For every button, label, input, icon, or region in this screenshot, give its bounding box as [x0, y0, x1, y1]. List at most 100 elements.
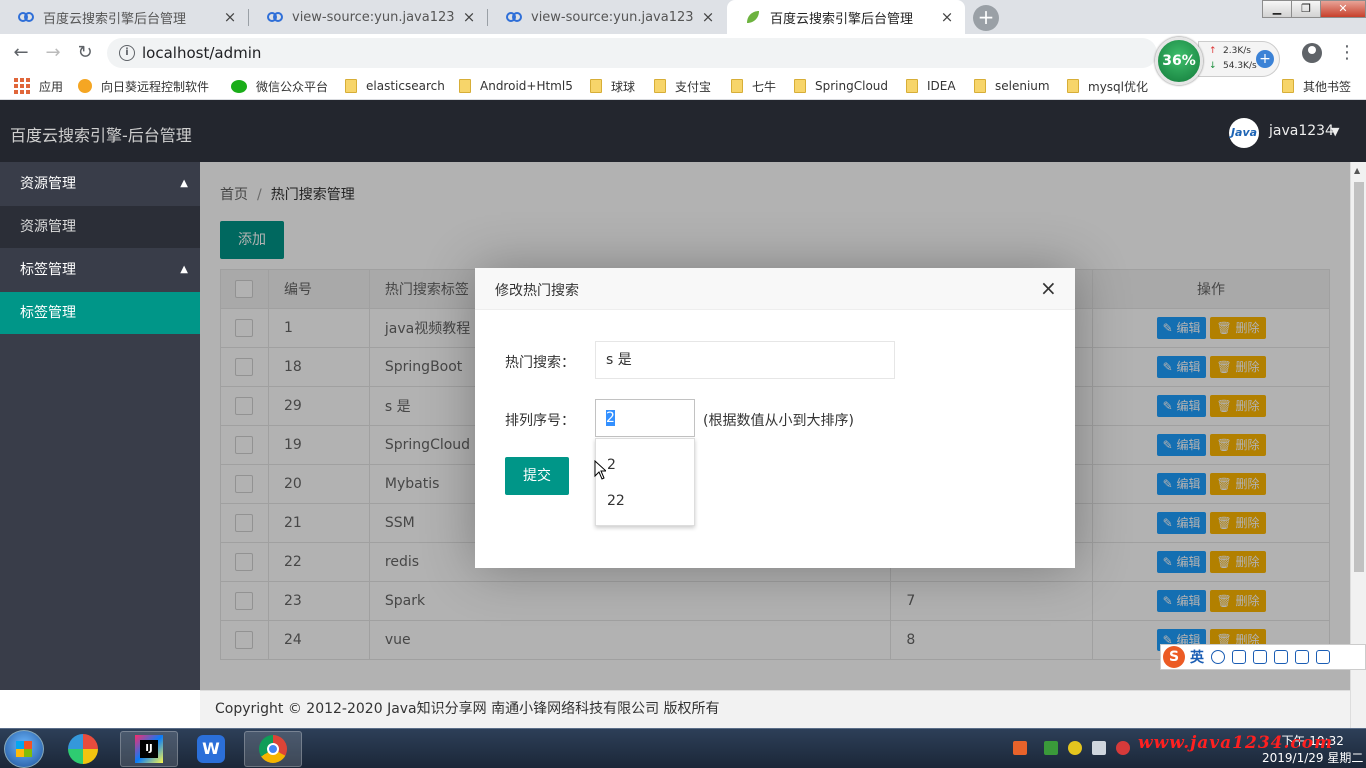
bookmark-folder[interactable]: 球球	[590, 77, 635, 95]
info-icon[interactable]: i	[119, 45, 135, 61]
keyboard-icon[interactable]	[1253, 650, 1267, 664]
grid-icon[interactable]	[1316, 650, 1330, 664]
keyword-input[interactable]: s 是	[595, 341, 895, 379]
bookmark-folder[interactable]: mysql优化	[1067, 77, 1148, 95]
user-icon[interactable]	[1274, 650, 1288, 664]
chrome-icon	[259, 735, 287, 763]
scrollbar-thumb[interactable]	[1354, 182, 1364, 572]
account-icon[interactable]	[1302, 43, 1322, 63]
folder-icon	[459, 79, 471, 93]
sidebar-item-tags[interactable]: 标签管理	[0, 292, 200, 334]
tab-close-icon[interactable]: ×	[939, 9, 955, 25]
taskbar-app-wps[interactable]: W	[182, 731, 240, 767]
security-plus-icon[interactable]	[1068, 741, 1082, 755]
autocomplete-dropdown: 2 22	[595, 438, 695, 526]
sidebar-item-resources[interactable]: 资源管理	[0, 206, 200, 248]
avatar[interactable]: Java	[1229, 118, 1259, 148]
bookmark-folder[interactable]: Android+Html5	[459, 77, 573, 95]
bookmark-folder[interactable]: IDEA	[906, 77, 956, 95]
reload-icon[interactable]: ↻	[72, 41, 98, 65]
bookmark-label: 其他书签	[1303, 79, 1352, 94]
bookmark-label: 球球	[611, 79, 636, 94]
bookmark-wechat[interactable]: 微信公众平台	[231, 77, 328, 95]
sogou-tray-icon[interactable]	[1013, 741, 1027, 755]
network-gauge[interactable]: 36%	[1155, 37, 1203, 85]
browser-tab[interactable]: view-source:yun.java1234.com ×	[488, 0, 726, 34]
folder-icon	[1282, 79, 1294, 93]
tab-close-icon[interactable]: ×	[700, 9, 716, 25]
user-name[interactable]: java1234	[1269, 123, 1334, 139]
taskbar-app-picasa[interactable]	[54, 731, 112, 767]
autocomplete-option[interactable]: 22	[607, 493, 625, 509]
emoji-icon[interactable]	[1211, 650, 1225, 664]
browser-tab-active[interactable]: 百度云搜索引擎后台管理 ×	[727, 0, 965, 34]
tab-title: 百度云搜索引擎后台管理	[43, 11, 187, 27]
bookmark-folder[interactable]: elasticsearch	[345, 77, 445, 95]
browser-tab[interactable]: 百度云搜索引擎后台管理 ×	[0, 0, 248, 34]
address-url: localhost/admin	[142, 44, 262, 62]
bookmark-label: Android+Html5	[480, 79, 573, 93]
folder-icon	[794, 79, 806, 93]
bookmark-apps[interactable]: 应用	[14, 77, 63, 95]
bookmark-label: mysql优化	[1088, 79, 1148, 94]
sidebar-group-tags[interactable]: 标签管理 ▲	[0, 248, 200, 292]
dialog-title: 修改热门搜索	[495, 283, 579, 299]
microphone-icon[interactable]	[1232, 650, 1246, 664]
caret-up-icon: ▲	[180, 178, 188, 189]
bookmark-folder[interactable]: SpringCloud	[794, 77, 888, 95]
plus-icon[interactable]: +	[1256, 50, 1274, 68]
window-minimize-button[interactable]: ▁	[1262, 0, 1292, 18]
apps-grid-icon	[14, 78, 30, 94]
browser-tab[interactable]: view-source:yun.java1234.com ×	[249, 0, 487, 34]
wps-writer-icon: W	[197, 735, 225, 763]
baidu-cloud-icon	[18, 9, 34, 25]
bookmark-label: elasticsearch	[366, 79, 445, 93]
ime-language-toggle[interactable]: 英	[1190, 647, 1204, 667]
wechat-icon	[231, 79, 247, 93]
start-button[interactable]	[4, 730, 44, 768]
close-icon[interactable]: ×	[1040, 278, 1057, 298]
window-maximize-button[interactable]: ❐	[1291, 0, 1321, 18]
bookmark-folder[interactable]: 支付宝	[654, 77, 711, 95]
more-vert-icon[interactable]: ⋮	[1338, 42, 1356, 64]
bookmark-folder[interactable]: 七牛	[731, 77, 776, 95]
download-arrow-icon: ↓	[1209, 61, 1217, 71]
sidebar-group-label: 标签管理	[20, 262, 76, 278]
back-arrow-icon[interactable]: ←	[8, 41, 34, 65]
bookmark-label: selenium	[995, 79, 1050, 93]
footer: Copyright © 2012-2020 Java知识分享网 南通小锋网络科技…	[200, 690, 1350, 728]
submit-button[interactable]: 提交	[505, 457, 569, 495]
shield-icon[interactable]	[1044, 741, 1058, 755]
taskbar-app-chrome[interactable]	[244, 731, 302, 767]
tab-title: 百度云搜索引擎后台管理	[770, 11, 914, 27]
tab-close-icon[interactable]: ×	[222, 9, 238, 25]
scroll-up-arrow-icon[interactable]: ▲	[1354, 166, 1360, 175]
bookmark-folder[interactable]: selenium	[974, 77, 1050, 95]
bookmark-other[interactable]: 其他书签	[1282, 77, 1351, 95]
taskbar-app-intellij[interactable]: IJ	[120, 731, 178, 767]
forward-arrow-icon[interactable]: →	[40, 41, 66, 65]
autocomplete-option[interactable]: 2	[607, 457, 616, 473]
sidebar-group-resources[interactable]: 资源管理 ▲	[0, 162, 200, 206]
folder-icon	[731, 79, 743, 93]
caret-down-icon[interactable]: ▼	[1331, 125, 1339, 138]
address-bar[interactable]: i localhost/admin	[107, 38, 1157, 68]
antivirus-icon[interactable]	[1116, 741, 1130, 755]
bookmark-sunlogin[interactable]: 向日葵远程控制软件	[78, 77, 209, 95]
folder-icon	[654, 79, 666, 93]
window-close-button[interactable]: ✕	[1320, 0, 1366, 18]
device-icon[interactable]	[1092, 741, 1106, 755]
sort-input[interactable]: 2	[595, 399, 695, 437]
shirt-icon[interactable]	[1295, 650, 1309, 664]
upload-arrow-icon: ↑	[1209, 46, 1217, 56]
watermark-text: www.java1234.com	[1138, 733, 1334, 753]
sogou-ime-icon[interactable]: S	[1163, 646, 1185, 668]
sort-label: 排列序号：	[505, 413, 575, 429]
folder-icon	[1067, 79, 1079, 93]
new-tab-button[interactable]: +	[973, 5, 999, 31]
sunflower-icon	[78, 79, 92, 93]
tab-close-icon[interactable]: ×	[461, 9, 477, 25]
sort-hint: (根据数值从小到大排序)	[703, 413, 854, 429]
folder-icon	[345, 79, 357, 93]
folder-icon	[974, 79, 986, 93]
